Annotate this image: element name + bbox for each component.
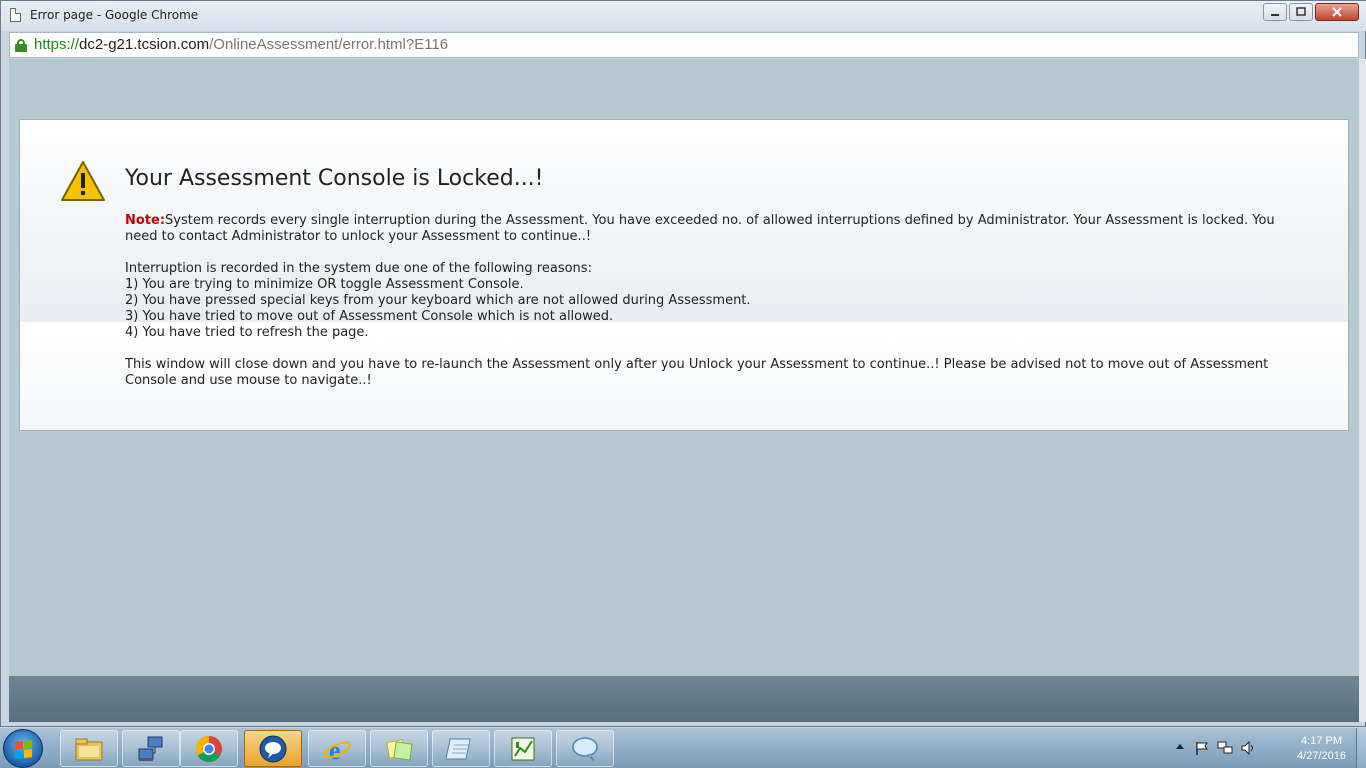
warning-icon <box>61 161 105 201</box>
browser-window: Error page - Google Chrome https://dc2-g… <box>0 0 1366 727</box>
chat-bubble-icon <box>572 736 598 761</box>
title-bar[interactable]: Error page - Google Chrome <box>1 1 1366 31</box>
window-controls <box>1261 3 1359 21</box>
maximize-icon <box>1296 7 1306 16</box>
network-icon <box>138 736 163 761</box>
clock-time: 4:17 PM <box>1301 735 1343 747</box>
note-label: Note: <box>125 213 166 228</box>
show-hidden-icons-icon[interactable] <box>1176 744 1184 749</box>
taskbar-network[interactable] <box>122 730 180 767</box>
page-icon <box>10 8 21 22</box>
lock-icon[interactable] <box>15 39 27 52</box>
error-panel: Your Assessment Console is Locked...! No… <box>19 119 1349 431</box>
notepad-icon <box>446 738 471 759</box>
taskbar-file-explorer[interactable] <box>60 730 118 767</box>
start-button[interactable] <box>3 729 43 768</box>
sticky-notes-icon <box>386 738 413 761</box>
internet-explorer-icon: e <box>323 736 351 764</box>
chat-app-icon <box>259 735 287 762</box>
action-center-flag-icon[interactable] <box>1194 740 1210 756</box>
close-button[interactable] <box>1315 3 1359 21</box>
taskbar-notepad[interactable] <box>432 730 490 767</box>
page-title: Your Assessment Console is Locked...! <box>125 166 544 191</box>
footer-band <box>9 676 1359 722</box>
chrome-icon <box>195 735 222 762</box>
minimize-icon <box>1271 14 1279 16</box>
taskbar-sticky-notes[interactable] <box>370 730 428 767</box>
chart-app-icon <box>511 737 535 760</box>
reasons-intro: Interruption is recorded in the system d… <box>125 261 592 276</box>
maximize-button[interactable] <box>1289 3 1313 21</box>
taskbar-chat-app[interactable] <box>244 730 302 767</box>
scrollbar[interactable] <box>1359 59 1366 722</box>
taskbar-chat-bubble[interactable] <box>556 730 614 767</box>
reason-item: 2) You have pressed special keys from yo… <box>125 293 751 308</box>
url-text[interactable]: https://dc2-g21.tcsion.com/OnlineAssessm… <box>34 36 448 53</box>
taskbar: e 4:17 PM 4/27/2016 <box>0 727 1366 768</box>
note-paragraph: Note:System records every single interru… <box>125 213 1285 245</box>
taskbar-chart-app[interactable] <box>494 730 552 767</box>
reason-item: 4) You have tried to refresh the page. <box>125 325 369 340</box>
svg-text:e: e <box>329 736 341 764</box>
note-text: System records every single interruption… <box>125 213 1275 244</box>
system-clock[interactable]: 4:17 PM 4/27/2016 <box>1297 734 1346 764</box>
file-explorer-icon <box>75 738 103 760</box>
window-title: Error page - Google Chrome <box>30 8 199 22</box>
volume-icon[interactable] <box>1240 740 1256 756</box>
address-bar[interactable]: https://dc2-g21.tcsion.com/OnlineAssessm… <box>9 32 1359 58</box>
show-desktop-button[interactable] <box>1356 728 1366 768</box>
windows-logo-icon <box>15 740 32 759</box>
close-icon <box>1332 7 1342 17</box>
system-tray: 4:17 PM 4/27/2016 <box>1176 728 1366 768</box>
taskbar-chrome[interactable] <box>180 730 238 767</box>
closing-paragraph: This window will close down and you have… <box>125 357 1269 388</box>
minimize-button[interactable] <box>1263 3 1287 21</box>
page-viewport: Your Assessment Console is Locked...! No… <box>9 59 1359 722</box>
network-status-icon[interactable] <box>1216 740 1234 756</box>
error-message: Note:System records every single interru… <box>125 213 1285 405</box>
reason-item: 3) You have tried to move out of Assessm… <box>125 309 614 324</box>
taskbar-internet-explorer[interactable]: e <box>308 730 366 767</box>
reasons-list: Interruption is recorded in the system d… <box>125 261 1285 341</box>
clock-date: 4/27/2016 <box>1297 750 1346 762</box>
reason-item: 1) You are trying to minimize OR toggle … <box>125 277 524 292</box>
